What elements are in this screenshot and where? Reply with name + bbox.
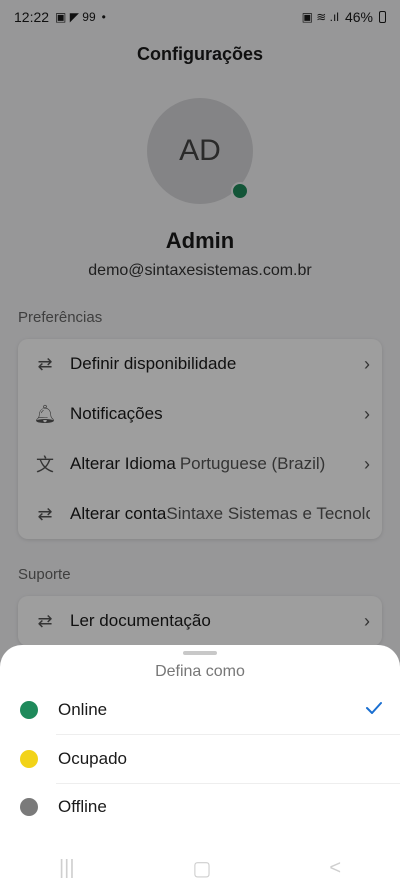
status-option-label: Offline xyxy=(58,797,107,816)
status-option-label: Online xyxy=(58,700,108,719)
busy-dot-icon xyxy=(20,750,38,768)
checkmark-icon xyxy=(366,702,382,714)
online-dot-icon xyxy=(20,701,38,719)
sheet-title: Defina como xyxy=(155,663,245,680)
recents-icon[interactable]: ||| xyxy=(59,857,75,880)
offline-dot-icon xyxy=(20,798,38,816)
status-option-busy[interactable]: Ocupado xyxy=(0,735,400,783)
status-option-offline[interactable]: Offline xyxy=(0,783,400,831)
back-icon[interactable]: < xyxy=(329,857,341,880)
status-option-online[interactable]: Online xyxy=(0,686,400,734)
sheet-drag-handle[interactable] xyxy=(183,651,217,655)
home-icon[interactable]: ▢ xyxy=(193,856,212,881)
status-option-label: Ocupado xyxy=(58,749,127,768)
system-nav-bar: ||| ▢ < xyxy=(0,847,400,889)
